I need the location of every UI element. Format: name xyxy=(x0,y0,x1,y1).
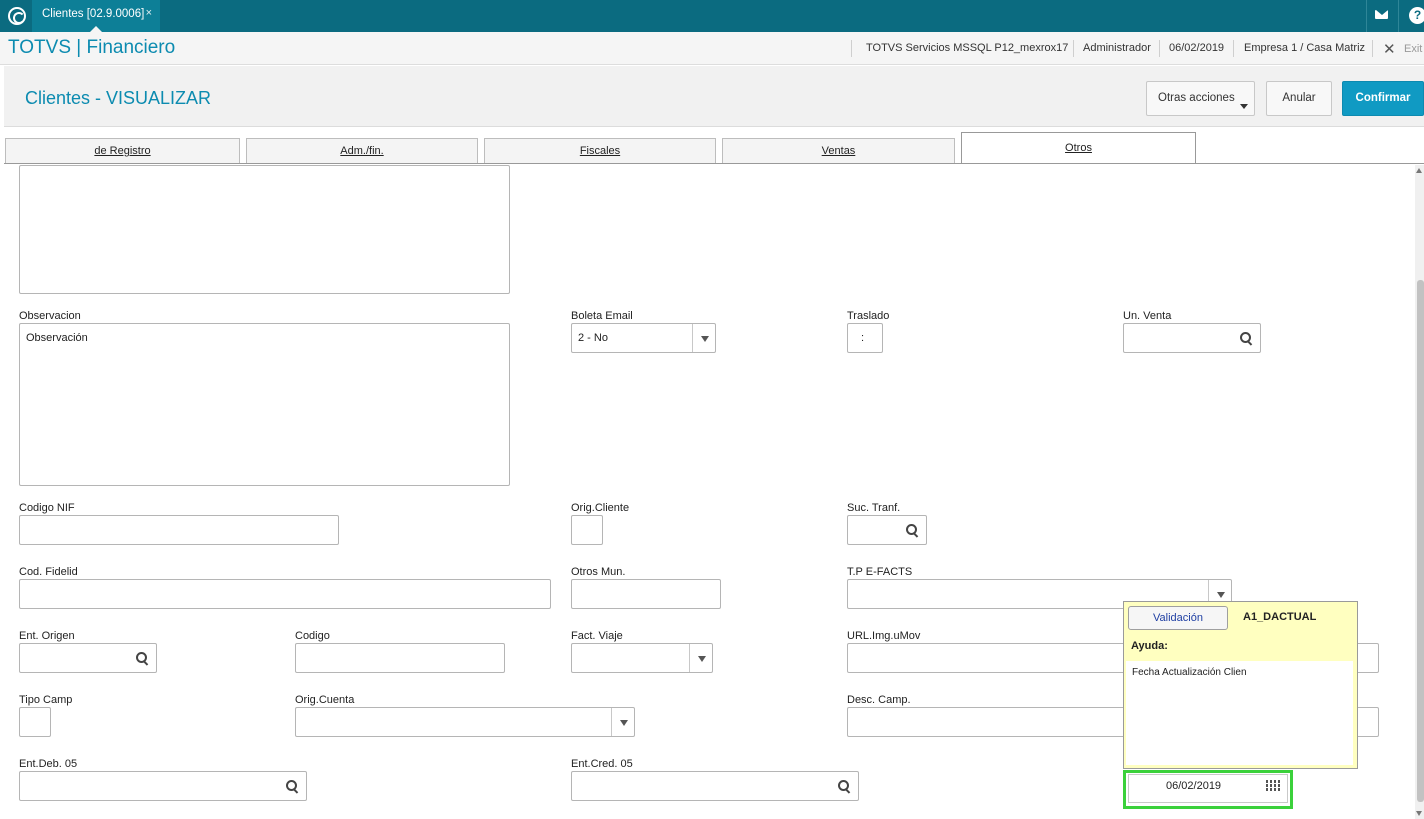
tab-otros[interactable]: Otros xyxy=(961,132,1196,163)
boleta-email-label: Boleta Email xyxy=(571,310,633,322)
help-field-name: A1_DACTUAL xyxy=(1243,611,1317,623)
chevron-down-icon xyxy=(698,656,706,662)
help-icon: ? xyxy=(1409,7,1424,24)
scrollbar-thumb[interactable] xyxy=(1417,280,1424,802)
suc-tranf-label: Suc. Tranf. xyxy=(847,502,901,514)
select-divider xyxy=(611,708,612,736)
otros-mun-label: Otros Mun. xyxy=(571,566,626,578)
orig-cuenta-select[interactable] xyxy=(295,707,635,737)
traslado-label: Traslado xyxy=(847,310,890,322)
help-heading: Ayuda: xyxy=(1131,640,1168,652)
search-icon[interactable] xyxy=(135,651,151,667)
suc-tranf-input[interactable] xyxy=(847,515,927,545)
top-bar xyxy=(0,0,1424,32)
tab-ventas[interactable]: Ventas xyxy=(722,138,955,163)
tipo-camp-label: Tipo Camp xyxy=(19,694,73,706)
un-venta-label: Un. Venta xyxy=(1123,310,1172,322)
chevron-down-icon xyxy=(620,720,628,726)
header-divider xyxy=(1233,40,1234,57)
tab-de-registro[interactable]: de Registro xyxy=(5,138,240,163)
tipo-camp-input[interactable] xyxy=(19,707,51,737)
header-divider xyxy=(1372,40,1373,57)
observacion-textarea[interactable]: Observación xyxy=(19,323,510,486)
cod-fidelid-input[interactable] xyxy=(19,579,551,609)
user-label: Administrador xyxy=(1083,42,1151,54)
boleta-email-value: 2 - No xyxy=(578,332,608,344)
codigo-input[interactable] xyxy=(295,643,505,673)
url-img-label: URL.Img.uMov xyxy=(847,630,921,642)
traslado-field[interactable]: : xyxy=(847,323,883,353)
help-text: Fecha Actualización Clien xyxy=(1132,667,1247,678)
tab-adm-fin[interactable]: Adm./fin. xyxy=(246,138,478,163)
header-divider xyxy=(1159,40,1160,57)
company-label: Empresa 1 / Casa Matriz xyxy=(1244,42,1366,54)
ent-origen-label: Ent. Origen xyxy=(19,630,75,642)
chevron-down-icon xyxy=(1217,592,1225,598)
other-actions-button[interactable]: Otras acciones xyxy=(1146,81,1255,116)
fecha-actualizacion-value: 06/02/2019 xyxy=(1166,780,1222,792)
window-tab-label: Clientes [02.9.0006] xyxy=(42,8,145,20)
observacion-value: Observación xyxy=(26,332,88,344)
ent-deb-input[interactable] xyxy=(19,771,307,801)
orig-cuenta-label: Orig.Cuenta xyxy=(295,694,355,706)
ent-cred-input[interactable] xyxy=(571,771,859,801)
boleta-email-select[interactable]: 2 - No xyxy=(571,323,716,353)
observacion-label: Observacion xyxy=(19,310,81,322)
codigo-label: Codigo xyxy=(295,630,330,642)
orig-cliente-input[interactable] xyxy=(571,515,603,545)
environment-label: TOTVS Servicios MSSQL P12_mexrox17 xyxy=(866,42,1069,54)
ent-deb-label: Ent.Deb. 05 xyxy=(19,758,78,770)
header-divider xyxy=(1073,40,1074,57)
date-label: 06/02/2019 xyxy=(1169,42,1225,54)
codigo-nif-input[interactable] xyxy=(19,515,339,545)
chevron-down-icon xyxy=(1240,104,1248,109)
scroll-up-icon[interactable] xyxy=(1416,168,1422,173)
other-actions-label: Otras acciones xyxy=(1158,92,1235,104)
exit-icon[interactable]: ✕ xyxy=(1383,40,1396,58)
tab-divider xyxy=(4,163,1424,164)
memo-textarea[interactable] xyxy=(19,165,510,294)
tp-efacts-label: T.P E-FACTS xyxy=(847,566,913,578)
calendar-icon[interactable] xyxy=(1266,780,1282,792)
search-icon[interactable] xyxy=(905,523,921,539)
search-icon[interactable] xyxy=(285,779,301,795)
close-icon[interactable]: × xyxy=(146,7,152,19)
validation-button[interactable]: Validación xyxy=(1128,606,1228,630)
orig-cliente-label: Orig.Cliente xyxy=(571,502,630,514)
cancel-button[interactable]: Anular xyxy=(1266,81,1332,116)
search-icon[interactable] xyxy=(1239,331,1255,347)
header-divider xyxy=(851,40,852,57)
search-icon[interactable] xyxy=(837,779,853,795)
cod-fidelid-label: Cod. Fidelid xyxy=(19,566,78,578)
exit-button[interactable]: Exit xyxy=(1404,43,1422,55)
ent-cred-label: Ent.Cred. 05 xyxy=(571,758,633,770)
select-divider xyxy=(692,324,693,352)
totvs-logo-icon[interactable] xyxy=(8,7,26,25)
desc-camp-label: Desc. Camp. xyxy=(847,694,911,706)
traslado-value: : xyxy=(861,332,865,344)
scroll-down-icon[interactable] xyxy=(1416,811,1422,816)
help-button[interactable]: ? xyxy=(1398,0,1424,32)
chevron-down-icon xyxy=(701,336,709,342)
otros-mun-input[interactable] xyxy=(571,579,721,609)
fact-viaje-select[interactable] xyxy=(571,643,713,673)
ent-origen-input[interactable] xyxy=(19,643,157,673)
fact-viaje-label: Fact. Viaje xyxy=(571,630,623,642)
app-title: TOTVS | Financiero xyxy=(8,37,176,58)
un-venta-input[interactable] xyxy=(1123,323,1261,353)
confirm-button[interactable]: Confirmar xyxy=(1342,81,1424,116)
select-divider xyxy=(689,644,690,672)
tab-fiscales[interactable]: Fiscales xyxy=(484,138,716,163)
page-title: Clientes - VISUALIZAR xyxy=(25,88,212,108)
mail-icon[interactable] xyxy=(1366,0,1396,32)
codigo-nif-label: Codigo NIF xyxy=(19,502,75,514)
